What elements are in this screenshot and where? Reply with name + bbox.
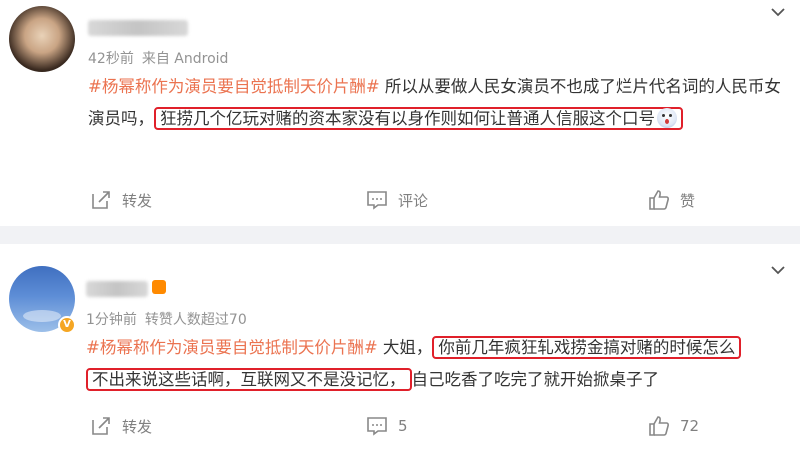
like-icon [649,190,669,210]
post-text-after: 自己吃香了吃完了就开始掀桌子了 [411,370,660,389]
like-label: 赞 [680,191,696,210]
repost-label: 转发 [122,191,153,210]
action-bar: 转发 评论 赞 [0,186,800,214]
comment-label: 评论 [398,191,429,210]
action-bar: 转发 5 72 [0,412,800,440]
level-badge-icon [152,280,166,294]
feed-divider [0,226,800,244]
like-button[interactable]: 72 [648,412,699,440]
shocked-face-icon [657,108,677,128]
post-source: 来自 Android [141,51,229,67]
highlighted-text: 狂捞几个亿玩对赌的资本家没有以身作则如何让普通人信服这个口号 [160,109,655,128]
hashtag-link[interactable]: #杨幂称作为演员要自觉抵制天价片酬# [86,338,378,357]
chevron-down-icon[interactable] [770,262,786,278]
chevron-down-icon[interactable] [770,4,786,20]
post-text: #杨幂称作为演员要自觉抵制天价片酬# 所以从要做人民女演员不也成了烂片代名词的人… [88,71,786,135]
highlight-box: 你前几年疯狂轧戏捞金搞对赌的时候怎么 [432,336,742,359]
repost-label: 转发 [122,417,153,436]
hashtag-link[interactable]: #杨幂称作为演员要自觉抵制天价片酬# [88,77,380,96]
comment-count: 5 [398,417,408,435]
repost-button[interactable]: 转发 [90,186,152,214]
highlight-box: 不出来说这些话啊，互联网又不是没记忆， [86,368,412,391]
comment-button[interactable]: 评论 [366,186,428,214]
comment-icon [367,417,387,436]
repost-icon [92,417,110,435]
highlight-box: 狂捞几个亿玩对赌的资本家没有以身作则如何让普通人信服这个口号 [154,107,683,130]
post-meta: 42秒前 来自 Android [88,48,228,68]
repost-button[interactable]: 转发 [90,412,152,440]
username-blurred[interactable] [88,20,188,36]
verified-badge-icon: V [58,316,76,334]
comment-icon [367,191,387,210]
post-source: 转赞人数超过70 [144,312,247,328]
weibo-post-2: 1分钟前 转赞人数超过70 #杨幂称作为演员要自觉抵制天价片酬# 大姐， 你前几年疯… [0,244,800,452]
post-time[interactable]: 42秒前 [88,51,134,67]
comment-button[interactable]: 5 [366,412,408,440]
like-button[interactable]: 赞 [648,186,695,214]
avatar[interactable] [9,6,75,72]
post-meta: 1分钟前 转赞人数超过70 [86,309,247,329]
post-text-plain: 大姐， [377,338,433,357]
post-time[interactable]: 1分钟前 [86,312,137,328]
repost-icon [92,191,110,209]
post-text: #杨幂称作为演员要自觉抵制天价片酬# 大姐， 你前几年疯狂轧戏捞金搞对赌的时候怎么… [86,332,786,396]
weibo-post-1: 42秒前 来自 Android #杨幂称作为演员要自觉抵制天价片酬# 所以从要做人… [0,0,800,226]
username-blurred[interactable] [86,281,148,297]
like-icon [649,416,669,436]
like-count: 72 [680,417,700,435]
